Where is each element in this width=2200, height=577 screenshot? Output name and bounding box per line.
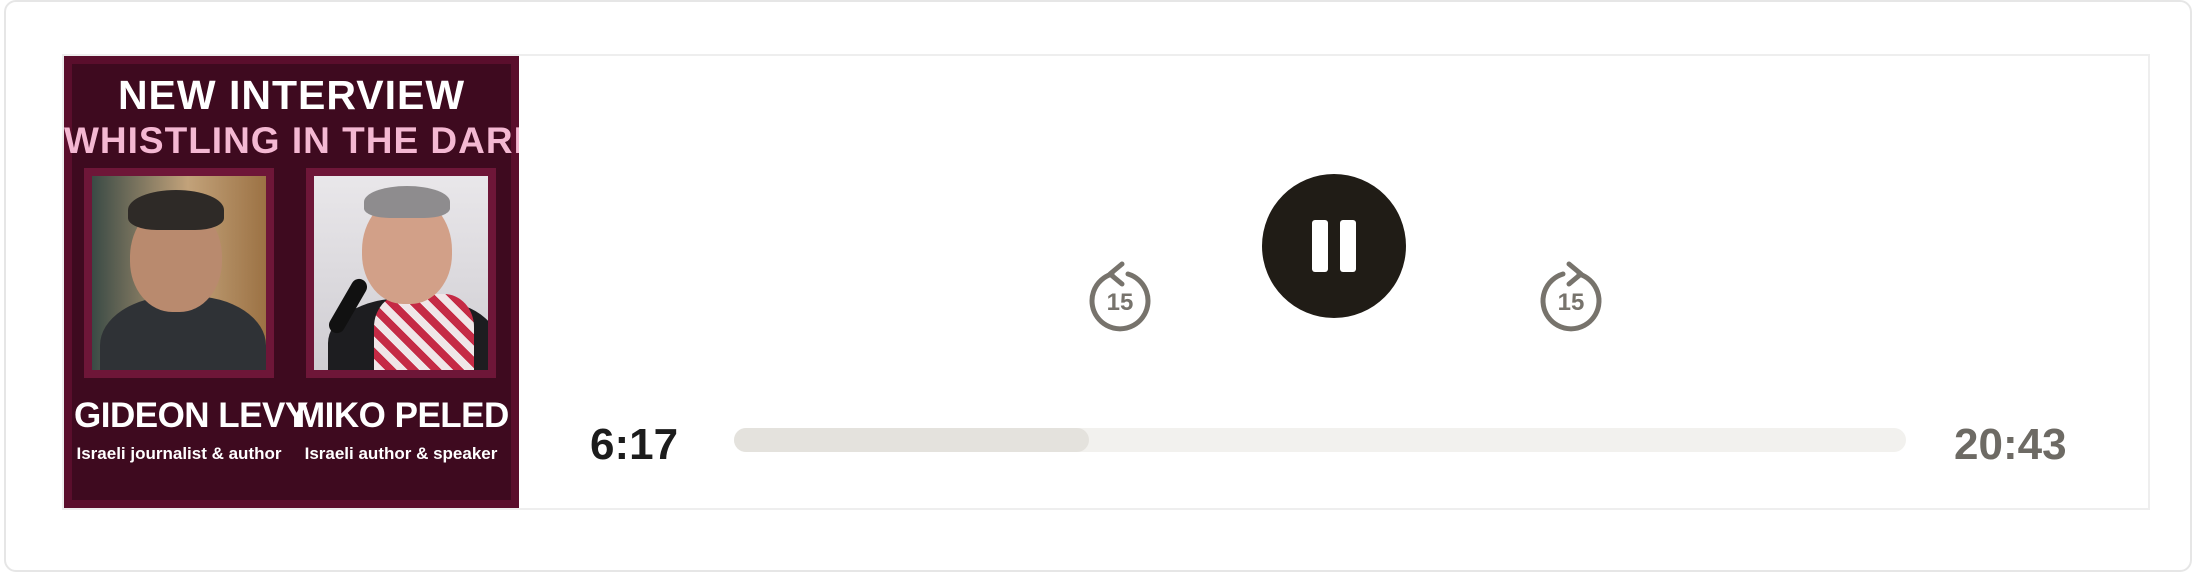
elapsed-time: 6:17 (590, 420, 679, 469)
cover-headline: NEW INTERVIEW (117, 72, 466, 118)
skip-back-label: 15 (1107, 289, 1134, 316)
progress-fill (734, 428, 1090, 452)
guest-photo-1 (84, 168, 274, 378)
guest-name-1: GIDEON LEVY (74, 396, 308, 435)
skip-forward-15-button[interactable]: 15 (1531, 258, 1611, 338)
episode-cover-art: NEW INTERVIEW WHISTLING IN THE DARK GIDE… (64, 56, 519, 508)
player-card: NEW INTERVIEW WHISTLING IN THE DARK GIDE… (4, 0, 2192, 572)
total-duration: 20:43 (1954, 420, 2067, 469)
skip-back-15-button[interactable]: 15 (1080, 258, 1160, 338)
skip-forward-label: 15 (1558, 289, 1585, 316)
progress-bar[interactable] (734, 428, 1906, 452)
guest-name-2: MIKO PELED (296, 396, 509, 435)
guest-role-2: Israeli author & speaker (304, 444, 498, 463)
pause-icon (1312, 220, 1356, 272)
guest-photo-2 (306, 168, 496, 378)
pause-button[interactable] (1262, 174, 1406, 318)
guest-role-1: Israeli journalist & author (76, 444, 282, 463)
rewind-15-icon: 15 (1089, 261, 1151, 332)
cover-subheadline: WHISTLING IN THE DARK (64, 120, 519, 161)
forward-15-icon: 15 (1540, 261, 1602, 332)
audio-player: NEW INTERVIEW WHISTLING IN THE DARK GIDE… (62, 54, 2150, 510)
